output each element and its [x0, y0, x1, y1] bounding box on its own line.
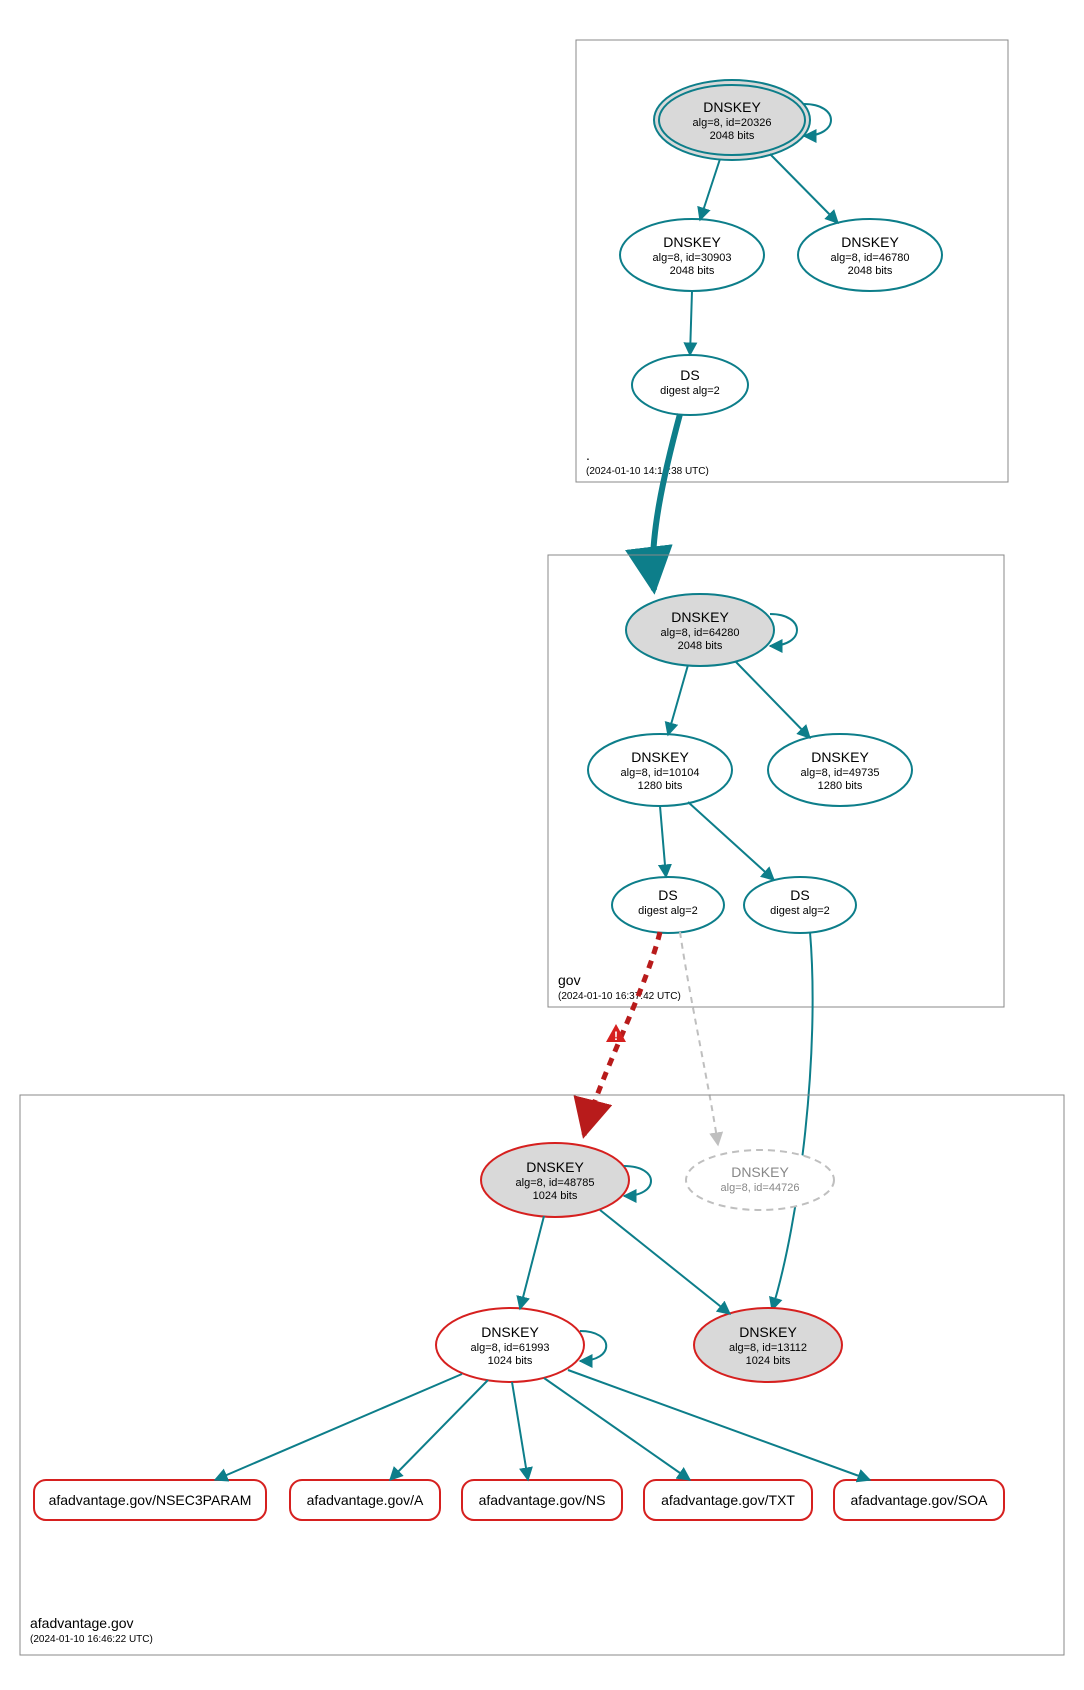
- svg-text:alg=8, id=49735: alg=8, id=49735: [801, 767, 880, 779]
- node-root-zsk2: DNSKEY alg=8, id=46780 2048 bits: [798, 219, 942, 291]
- svg-text:DNSKEY: DNSKEY: [671, 609, 729, 625]
- svg-text:alg=8, id=20326: alg=8, id=20326: [693, 117, 772, 129]
- node-gov-ds1: DS digest alg=2: [612, 877, 724, 933]
- svg-text:alg=8, id=61993: alg=8, id=61993: [471, 1342, 550, 1354]
- svg-text:DS: DS: [658, 887, 677, 903]
- zone-gov-name: gov: [558, 972, 581, 988]
- zone-root-name: .: [586, 447, 590, 463]
- zone-gov-time: (2024-01-10 16:37:42 UTC): [558, 991, 681, 1002]
- svg-text:1280 bits: 1280 bits: [818, 780, 863, 792]
- node-gov-ksk: DNSKEY alg=8, id=64280 2048 bits: [626, 594, 774, 666]
- node-af-ksk: DNSKEY alg=8, id=48785 1024 bits: [481, 1143, 629, 1217]
- node-af-zsk: DNSKEY alg=8, id=61993 1024 bits: [436, 1308, 584, 1382]
- zone-af-time: (2024-01-10 16:46:22 UTC): [30, 1634, 153, 1645]
- node-af-other: DNSKEY alg=8, id=13112 1024 bits: [694, 1308, 842, 1382]
- node-root-ds: DS digest alg=2: [632, 355, 748, 415]
- svg-text:DNSKEY: DNSKEY: [703, 99, 761, 115]
- node-gov-zsk2: DNSKEY alg=8, id=49735 1280 bits: [768, 734, 912, 806]
- node-gov-zsk1: DNSKEY alg=8, id=10104 1280 bits: [588, 734, 732, 806]
- rrset-txt: afadvantage.gov/TXT: [644, 1480, 812, 1520]
- svg-text:!: !: [614, 1029, 618, 1043]
- svg-text:DNSKEY: DNSKEY: [631, 749, 689, 765]
- rrset-soa: afadvantage.gov/SOA: [834, 1480, 1004, 1520]
- node-root-zsk1: DNSKEY alg=8, id=30903 2048 bits: [620, 219, 764, 291]
- svg-text:DNSKEY: DNSKEY: [663, 234, 721, 250]
- svg-text:afadvantage.gov/NSEC3PARAM: afadvantage.gov/NSEC3PARAM: [49, 1492, 252, 1508]
- svg-text:alg=8, id=10104: alg=8, id=10104: [621, 767, 700, 779]
- svg-text:DNSKEY: DNSKEY: [526, 1159, 584, 1175]
- svg-text:2048 bits: 2048 bits: [670, 265, 715, 277]
- svg-text:1024 bits: 1024 bits: [746, 1355, 791, 1367]
- svg-text:alg=8, id=30903: alg=8, id=30903: [653, 252, 732, 264]
- svg-text:alg=8, id=48785: alg=8, id=48785: [516, 1177, 595, 1189]
- svg-text:1280 bits: 1280 bits: [638, 780, 683, 792]
- svg-text:2048 bits: 2048 bits: [678, 640, 723, 652]
- dnssec-graph: . (2024-01-10 14:14:38 UTC) DNSKEY alg=8…: [0, 0, 1084, 1690]
- svg-text:DNSKEY: DNSKEY: [841, 234, 899, 250]
- svg-text:DNSKEY: DNSKEY: [739, 1324, 797, 1340]
- svg-text:afadvantage.gov/SOA: afadvantage.gov/SOA: [851, 1492, 989, 1508]
- rrset-ns: afadvantage.gov/NS: [462, 1480, 622, 1520]
- zone-af-name: afadvantage.gov: [30, 1615, 134, 1631]
- svg-text:afadvantage.gov/TXT: afadvantage.gov/TXT: [661, 1492, 795, 1508]
- svg-text:1024 bits: 1024 bits: [533, 1190, 578, 1202]
- svg-text:DNSKEY: DNSKEY: [481, 1324, 539, 1340]
- svg-text:2048 bits: 2048 bits: [848, 265, 893, 277]
- rrset-a: afadvantage.gov/A: [290, 1480, 440, 1520]
- node-af-missing: DNSKEY alg=8, id=44726: [686, 1150, 834, 1210]
- svg-text:2048 bits: 2048 bits: [710, 130, 755, 142]
- svg-text:digest alg=2: digest alg=2: [770, 905, 830, 917]
- rrset-nsec3param: afadvantage.gov/NSEC3PARAM: [34, 1480, 266, 1520]
- zone-root-time: (2024-01-10 14:14:38 UTC): [586, 466, 709, 477]
- svg-text:afadvantage.gov/NS: afadvantage.gov/NS: [479, 1492, 606, 1508]
- svg-text:1024 bits: 1024 bits: [488, 1355, 533, 1367]
- node-gov-ds2: DS digest alg=2: [744, 877, 856, 933]
- svg-text:DS: DS: [680, 367, 699, 383]
- svg-text:DNSKEY: DNSKEY: [731, 1164, 789, 1180]
- svg-text:digest alg=2: digest alg=2: [660, 385, 720, 397]
- svg-text:alg=8, id=13112: alg=8, id=13112: [729, 1342, 807, 1354]
- svg-text:DNSKEY: DNSKEY: [811, 749, 869, 765]
- svg-text:alg=8, id=46780: alg=8, id=46780: [831, 252, 910, 264]
- node-root-ksk: DNSKEY alg=8, id=20326 2048 bits: [654, 80, 810, 160]
- svg-text:alg=8, id=44726: alg=8, id=44726: [721, 1182, 800, 1194]
- svg-text:afadvantage.gov/A: afadvantage.gov/A: [307, 1492, 424, 1508]
- svg-text:digest alg=2: digest alg=2: [638, 905, 698, 917]
- svg-text:alg=8, id=64280: alg=8, id=64280: [661, 627, 740, 639]
- svg-text:DS: DS: [790, 887, 809, 903]
